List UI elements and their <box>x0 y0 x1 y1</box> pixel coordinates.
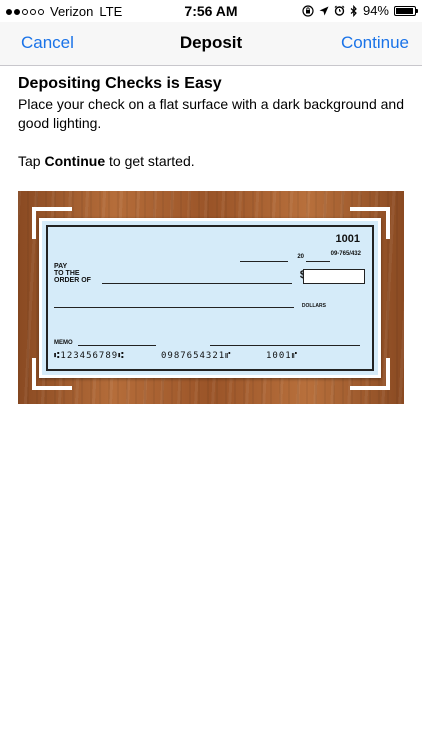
status-bar: Verizon LTE 7:56 AM 94% <box>0 0 422 22</box>
pay-line-3: ORDER OF <box>54 277 91 284</box>
battery-fill <box>396 7 413 14</box>
pay-line-2: TO THE <box>54 270 80 277</box>
battery-percent: 94% <box>362 3 389 18</box>
sample-check: 1001 09-765/432 20 PAY TO THE ORDER OF $… <box>39 218 381 378</box>
payee-line <box>102 283 292 284</box>
check-routing-fraction: 09-765/432 <box>330 251 361 257</box>
continue-button[interactable]: Continue <box>341 33 409 53</box>
check-pay-to-label: PAY TO THE ORDER OF <box>54 263 91 284</box>
screen-rotation-lock-icon <box>302 4 314 17</box>
instructions-heading: Depositing Checks is Easy <box>18 75 222 92</box>
date-line-end <box>306 261 330 262</box>
date-line <box>240 261 288 262</box>
location-arrow-icon <box>319 6 329 15</box>
signature-line <box>210 345 360 346</box>
instructions-body: Place your check on a flat surface with … <box>18 96 404 131</box>
bluetooth-icon <box>350 4 357 17</box>
alarm-clock-icon <box>334 5 345 16</box>
check-dollars-label: DOLLARS <box>301 303 326 309</box>
micr-account-number: 0987654321⑈ <box>161 351 232 361</box>
micr-routing-number: ⑆123456789⑆ <box>54 351 125 361</box>
written-amount-line <box>54 307 294 308</box>
instructions: Depositing Checks is Easy Place your che… <box>18 66 408 171</box>
tap-suffix: to get started. <box>105 153 195 169</box>
check-number: 1001 <box>335 233 360 245</box>
check-memo-label: MEMO <box>54 340 73 346</box>
memo-line <box>78 345 156 346</box>
check-illustration: 1001 09-765/432 20 PAY TO THE ORDER OF $… <box>18 191 404 404</box>
tap-prefix: Tap <box>18 153 45 169</box>
pay-line-1: PAY <box>54 263 68 270</box>
battery-icon <box>394 5 418 16</box>
micr-check-number: 1001⑈ <box>266 351 299 361</box>
amount-box <box>303 269 365 284</box>
status-right: 94% <box>302 3 418 18</box>
check-date-20: 20 <box>297 254 304 260</box>
instructions-tap-line: Tap Continue to get started. <box>18 152 408 171</box>
check-border: 1001 09-765/432 20 PAY TO THE ORDER OF $… <box>46 225 374 371</box>
tap-continue-bold: Continue <box>44 153 106 169</box>
navigation-bar: Cancel Deposit Continue <box>0 22 422 66</box>
